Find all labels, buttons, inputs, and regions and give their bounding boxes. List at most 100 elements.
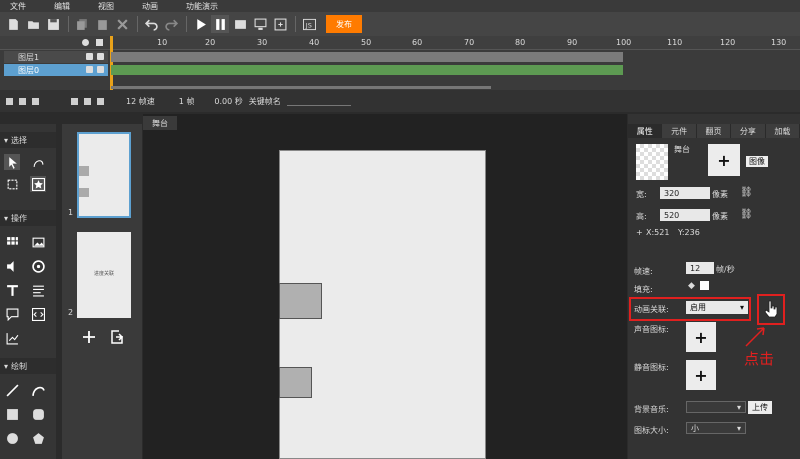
fps-input[interactable]: 12 [686, 262, 714, 274]
bgm-select[interactable]: ▾ [686, 401, 746, 413]
rectangle-icon[interactable] [4, 406, 20, 422]
section-select[interactable]: ▾ 选择 [0, 132, 56, 148]
blank-keyframe-icon[interactable] [97, 97, 104, 105]
lock-icon[interactable] [97, 53, 104, 60]
menu-demo[interactable]: 功能演示 [186, 1, 218, 12]
link-icon[interactable]: ⛓ [740, 187, 753, 198]
tool-panel: ▾ 选择 ▾ 操作 ▾ 绘制 [0, 124, 56, 459]
stage-shape[interactable] [279, 283, 322, 319]
comment-icon[interactable] [4, 306, 20, 322]
image-icon[interactable] [30, 234, 46, 250]
chart-icon[interactable] [4, 330, 20, 346]
tab-symbols[interactable]: 元件 [662, 124, 697, 138]
save-icon[interactable] [44, 15, 62, 33]
menu-view[interactable]: 视图 [98, 1, 114, 12]
new-file-icon[interactable] [4, 15, 22, 33]
hand-pointer-icon[interactable] [763, 300, 779, 318]
width-input[interactable]: 320 [660, 187, 710, 199]
menu-file[interactable]: 文件 [10, 1, 26, 12]
tab-load[interactable]: 加载 [765, 124, 800, 138]
paint-bucket-icon[interactable]: ◆ [688, 281, 695, 291]
tab-stage[interactable]: 舞台 [143, 116, 177, 130]
layer-row[interactable]: 图层0 [0, 64, 800, 76]
grid-icon[interactable] [4, 234, 20, 250]
eye-icon[interactable] [86, 66, 93, 73]
play-icon[interactable] [191, 15, 209, 33]
height-input[interactable]: 520 [660, 209, 710, 221]
curve-icon[interactable] [30, 382, 46, 398]
add-page-icon[interactable] [82, 330, 96, 344]
eye-icon[interactable] [82, 39, 89, 46]
insert-page-icon[interactable] [110, 330, 124, 344]
menu-animation[interactable]: 动画 [142, 1, 158, 12]
rounded-rect-icon[interactable] [30, 406, 46, 422]
js-icon[interactable]: JS [300, 15, 318, 33]
coord-y: Y:236 [678, 228, 700, 237]
timeline: 10 20 30 40 50 60 70 80 90 100 110 120 1… [0, 36, 800, 90]
anim-link-select[interactable]: 启用 ▾ [686, 301, 748, 314]
tick-label: 80 [515, 38, 526, 47]
frame-icon[interactable] [71, 97, 78, 105]
add-image-button[interactable]: + [708, 144, 740, 176]
publish-button[interactable]: 发布 [326, 15, 362, 33]
page-thumbnail[interactable] [77, 132, 131, 218]
link-icon[interactable]: ⛓ [740, 209, 753, 220]
layer-name-selected[interactable]: 图层0 [4, 64, 108, 76]
redo-icon[interactable] [162, 15, 180, 33]
eye-icon[interactable] [86, 53, 93, 60]
delete-layer-icon[interactable] [32, 97, 39, 105]
transform-icon[interactable] [4, 176, 20, 192]
tab-pageflip[interactable]: 翻页 [696, 124, 732, 138]
stop-icon[interactable] [231, 15, 249, 33]
menu-edit[interactable]: 编辑 [54, 1, 70, 12]
undo-icon[interactable] [142, 15, 160, 33]
timeline-scrollbar[interactable] [111, 86, 491, 89]
add-layer-icon[interactable] [6, 97, 13, 105]
keyframe-icon[interactable] [84, 97, 91, 105]
line-icon[interactable] [4, 382, 20, 398]
star-select-icon[interactable] [30, 176, 46, 192]
icon-size-select[interactable]: 小 ▾ [686, 422, 746, 434]
paragraph-icon[interactable] [30, 282, 46, 298]
stage-canvas[interactable] [279, 150, 486, 459]
layer-row[interactable]: 图层1 [0, 51, 800, 63]
preview-icon[interactable] [251, 15, 269, 33]
section-operate[interactable]: ▾ 操作 [0, 210, 56, 226]
add-folder-icon[interactable] [19, 97, 26, 105]
section-draw[interactable]: ▾ 绘制 [0, 358, 56, 374]
page-number: 2 [68, 308, 74, 317]
lock-icon[interactable] [97, 66, 104, 73]
keyname-input[interactable] [286, 97, 351, 106]
copy-icon[interactable] [73, 15, 91, 33]
sound-icon[interactable] [4, 258, 20, 274]
timeline-ruler[interactable]: 10 20 30 40 50 60 70 80 90 100 110 120 1… [110, 36, 800, 90]
text-icon[interactable] [4, 282, 20, 298]
tab-properties[interactable]: 属性 [628, 124, 663, 138]
page-thumbnails: 1 进度关联 2 [62, 124, 142, 459]
layer-name[interactable]: 图层1 [4, 51, 108, 63]
stage-shape[interactable] [279, 367, 312, 398]
page-thumbnail[interactable]: 进度关联 [77, 232, 131, 318]
circle-icon[interactable] [4, 430, 20, 446]
tab-share[interactable]: 分享 [731, 124, 766, 138]
layer-frames[interactable] [111, 65, 623, 75]
image-label[interactable]: 图像 [746, 156, 768, 167]
add-mute-icon-button[interactable]: + [686, 360, 716, 390]
paste-icon[interactable] [93, 15, 111, 33]
add-sound-icon-button[interactable]: + [686, 322, 716, 352]
code-icon[interactable] [30, 306, 46, 322]
select-arrow-icon[interactable] [4, 154, 20, 170]
lock-icon[interactable] [96, 39, 103, 46]
open-folder-icon[interactable] [24, 15, 42, 33]
export-icon[interactable] [271, 15, 289, 33]
video-icon[interactable] [30, 258, 46, 274]
playhead[interactable] [110, 36, 113, 90]
layer-frames[interactable] [111, 52, 623, 62]
upload-button[interactable]: 上传 [748, 401, 772, 414]
fill-color-swatch[interactable] [700, 281, 709, 290]
subselect-icon[interactable] [30, 154, 46, 170]
pentagon-icon[interactable] [30, 430, 46, 446]
tick-label: 20 [205, 38, 216, 47]
pause-icon[interactable] [211, 15, 229, 33]
delete-icon[interactable] [113, 15, 131, 33]
